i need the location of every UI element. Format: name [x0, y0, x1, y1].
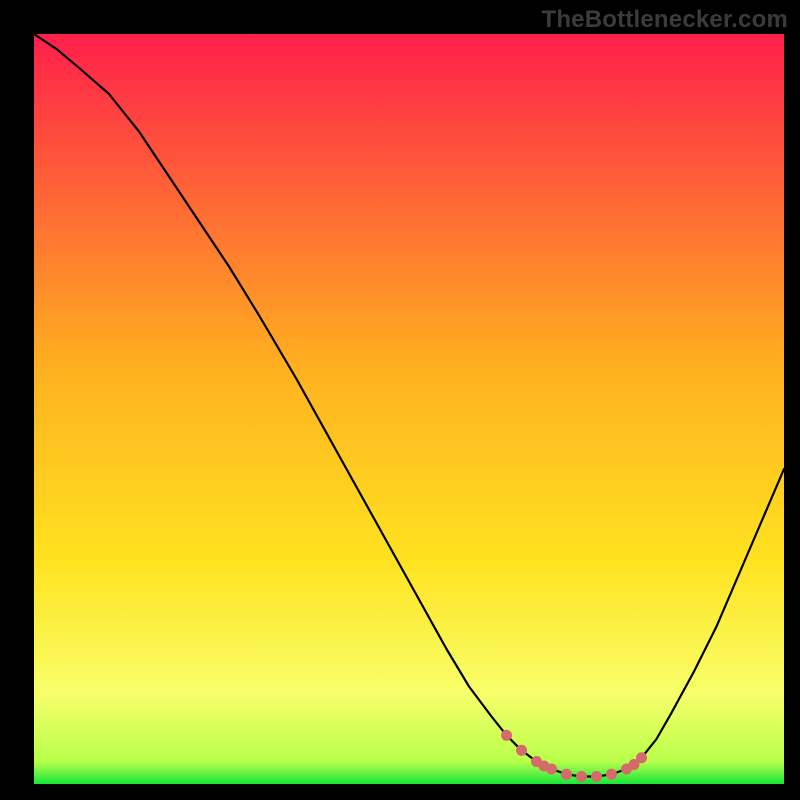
optimal-marker — [516, 745, 527, 756]
optimal-marker — [546, 764, 557, 775]
optimal-marker — [636, 752, 647, 763]
optimal-marker — [591, 771, 602, 782]
optimal-marker — [606, 769, 617, 780]
gradient-background — [34, 34, 784, 784]
chart-frame: { "watermark": "TheBottlenecker.com", "c… — [0, 0, 800, 800]
bottleneck-chart — [34, 34, 784, 784]
watermark-text: TheBottlenecker.com — [541, 6, 788, 34]
optimal-marker — [576, 771, 587, 782]
optimal-marker — [501, 730, 512, 741]
optimal-marker — [561, 769, 572, 780]
